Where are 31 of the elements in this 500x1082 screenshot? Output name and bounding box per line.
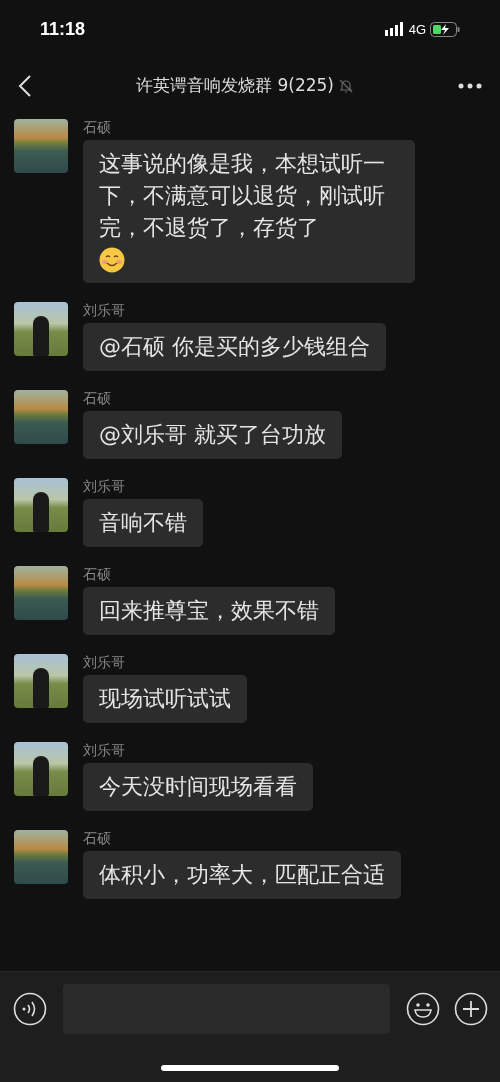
sender-name: 刘乐哥 — [83, 302, 125, 320]
landscape-photo-placeholder[interactable] — [14, 566, 68, 620]
status-time: 11:18 — [40, 18, 86, 40]
message-bubble: 回来推尊宝，效果不错 — [83, 587, 335, 635]
sender-name: 刘乐哥 — [83, 742, 125, 760]
person-photo-placeholder[interactable] — [14, 654, 68, 708]
message-bubble: 现场试听试试 — [83, 675, 247, 723]
battery-charging-icon — [430, 21, 460, 37]
sender-name: 刘乐哥 — [83, 654, 125, 672]
sender-name: 石硕 — [83, 390, 111, 408]
message-bubble: 体积小，功率大，匹配正合适 — [83, 851, 401, 899]
smiling-face-icon — [99, 247, 125, 273]
sender-name: 石硕 — [83, 830, 111, 848]
message-bubble: 音响不错 — [83, 499, 203, 547]
message-bubble: @刘乐哥 就买了台功放 — [83, 411, 342, 459]
landscape-photo-placeholder[interactable] — [14, 830, 68, 884]
person-photo-placeholder[interactable] — [14, 478, 68, 532]
more-icon — [458, 82, 482, 89]
message-bubble: 这事说的像是我，本想试听一下，不满意可以退货，刚试听完，不退货了，存货了 — [83, 140, 415, 283]
person-photo-placeholder[interactable] — [14, 742, 68, 796]
chat-title: 许英谔音响发烧群 9(225) — [136, 74, 334, 97]
landscape-photo-placeholder[interactable] — [14, 390, 68, 444]
signal-icon — [384, 22, 405, 36]
sender-name: 石硕 — [83, 566, 111, 584]
landscape-photo-placeholder[interactable] — [14, 119, 68, 173]
network-type: 4G — [408, 21, 426, 37]
sender-name: 刘乐哥 — [83, 478, 125, 496]
message-bubble: @石硕 你是买的多少钱组合 — [83, 323, 386, 371]
sender-name: 石硕 — [83, 119, 111, 137]
message-bubble: 今天没时间现场看看 — [83, 763, 313, 811]
person-photo-placeholder[interactable] — [14, 302, 68, 356]
